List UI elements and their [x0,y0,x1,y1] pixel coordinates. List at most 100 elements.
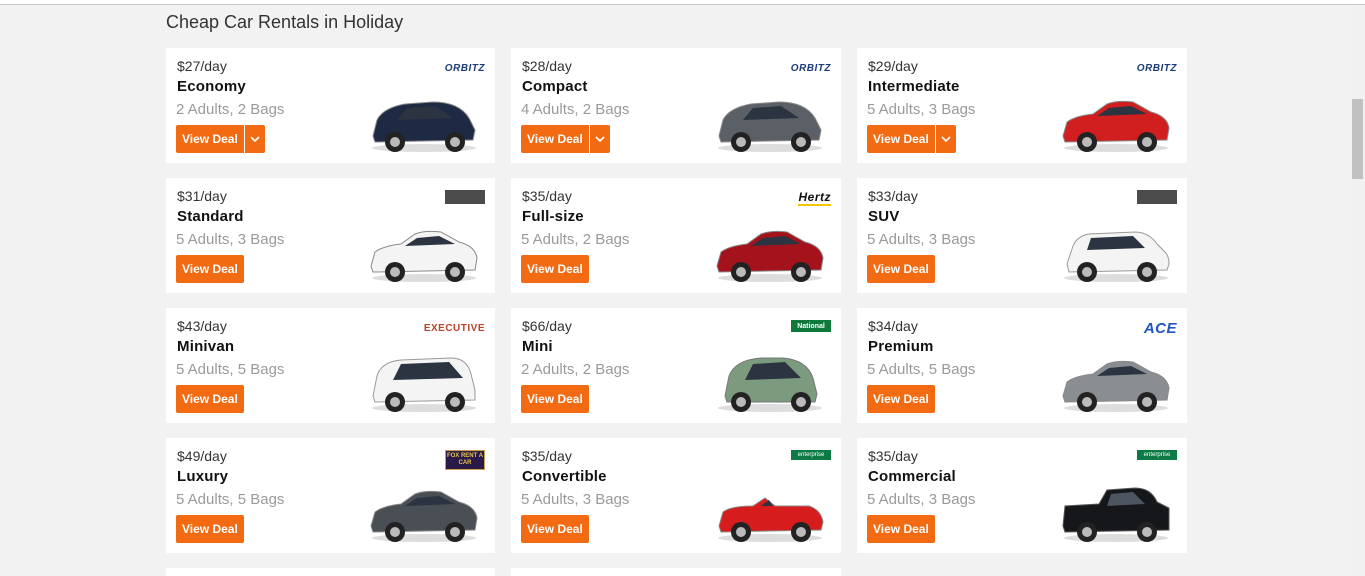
view-deal-button[interactable]: View Deal [176,385,244,413]
vendor-logo: EXECUTIVE [424,320,485,336]
car-image [713,86,827,156]
view-deal-label: View Deal [527,132,583,146]
page-scrollbar[interactable] [1350,5,1365,576]
deal-card[interactable]: $33/day SUV 5 Adults, 3 Bags View Deal [857,178,1187,293]
view-deal-label: View Deal [873,522,929,536]
deal-price: $31/day [177,188,227,204]
car-category: Convertible [522,468,607,485]
vendor-logo: enterprise [791,450,831,460]
car-category: Premium [868,338,934,355]
car-capacity: 5 Adults, 2 Bags [521,231,630,248]
scrollbar-thumb[interactable] [1352,99,1363,179]
deal-price: $28/day [522,58,572,74]
car-capacity: 5 Adults, 5 Bags [176,491,285,508]
car-capacity: 2 Adults, 2 Bags [176,101,285,118]
deal-price: $35/day [522,188,572,204]
car-category: Economy [177,78,246,95]
next-row-card [166,568,495,576]
car-category: Luxury [177,468,229,485]
car-image [367,346,481,416]
car-category: Minivan [177,338,235,355]
view-deal-label: View Deal [527,522,583,536]
view-deal-button[interactable]: View Deal [176,125,265,153]
deal-card[interactable]: $35/day Commercial 5 Adults, 3 Bags View… [857,438,1187,553]
deal-card[interactable]: $31/day Standard 5 Adults, 3 Bags View D… [166,178,495,293]
car-category: Full-size [522,208,584,225]
deal-card[interactable]: $35/day Full-size 5 Adults, 2 Bags View … [511,178,841,293]
deal-price: $43/day [177,318,227,334]
deal-card[interactable]: $34/day Premium 5 Adults, 5 Bags View De… [857,308,1187,423]
vendor-logo: National [791,320,831,332]
deal-price: $66/day [522,318,572,334]
vendor-logo: ACE [1144,320,1177,337]
chevron-down-icon[interactable] [934,125,956,153]
car-image [1059,216,1173,286]
vendor-name: ORBITZ [444,62,485,74]
chevron-down-icon[interactable] [588,125,610,153]
view-deal-button[interactable]: View Deal [176,255,244,283]
view-deal-label: View Deal [527,262,583,276]
deal-price: $35/day [522,448,572,464]
deal-price: $27/day [177,58,227,74]
car-capacity: 5 Adults, 3 Bags [176,231,285,248]
view-deal-button[interactable]: View Deal [521,515,589,543]
view-deal-button[interactable]: View Deal [521,385,589,413]
deal-card[interactable]: $43/day Minivan 5 Adults, 5 Bags View De… [166,308,495,423]
deal-price: $34/day [868,318,918,334]
view-deal-button[interactable]: View Deal [867,255,935,283]
car-image [367,86,481,156]
car-capacity: 4 Adults, 2 Bags [521,101,630,118]
vendor-name: ORBITZ [790,62,831,74]
vendor-logo: enterprise [1137,450,1177,460]
view-deal-label: View Deal [527,392,583,406]
car-capacity: 5 Adults, 3 Bags [867,491,976,508]
deal-price: $33/day [868,188,918,204]
vendor-name: ORBITZ [1136,62,1177,74]
car-capacity: 5 Adults, 5 Bags [867,361,976,378]
deal-price: $29/day [868,58,918,74]
vendor-name: Hertz [798,189,831,206]
car-capacity: 5 Adults, 5 Bags [176,361,285,378]
view-deal-label: View Deal [873,132,929,146]
car-category: SUV [868,208,900,225]
car-image [367,476,481,546]
car-image [1059,346,1173,416]
view-deal-button[interactable]: View Deal [521,125,610,153]
deals-grid: $27/day Economy 2 Adults, 2 Bags View De… [166,48,1187,553]
car-image [367,216,481,286]
car-image [713,216,827,286]
deal-card[interactable]: $27/day Economy 2 Adults, 2 Bags View De… [166,48,495,163]
car-category: Standard [177,208,244,225]
car-capacity: 2 Adults, 2 Bags [521,361,630,378]
deal-card[interactable]: $66/day Mini 2 Adults, 2 Bags View Deal … [511,308,841,423]
view-deal-label: View Deal [182,392,238,406]
vendor-logo: ORBITZ [445,60,485,76]
vendor-logo [445,190,485,204]
car-capacity: 5 Adults, 3 Bags [867,101,976,118]
deal-card[interactable]: $29/day Intermediate 5 Adults, 3 Bags Vi… [857,48,1187,163]
vendor-logo: FOX RENT A CAR [445,450,485,470]
browser-top-border [0,0,1365,5]
deal-card[interactable]: $35/day Convertible 5 Adults, 3 Bags Vie… [511,438,841,553]
chevron-down-icon[interactable] [243,125,265,153]
vendor-name: EXECUTIVE [423,322,485,334]
deal-card[interactable]: $28/day Compact 4 Adults, 2 Bags View De… [511,48,841,163]
vendor-logo: ORBITZ [791,60,831,76]
car-image [713,476,827,546]
view-deal-label: View Deal [182,522,238,536]
view-deal-button[interactable]: View Deal [867,515,935,543]
deal-card[interactable]: $49/day Luxury 5 Adults, 5 Bags View Dea… [166,438,495,553]
view-deal-button[interactable]: View Deal [867,385,935,413]
view-deal-label: View Deal [873,262,929,276]
view-deal-button[interactable]: View Deal [176,515,244,543]
vendor-logo: Hertz [798,190,831,206]
view-deal-button[interactable]: View Deal [867,125,956,153]
deal-price: $35/day [868,448,918,464]
vendor-logo: ORBITZ [1137,60,1177,76]
view-deal-label: View Deal [182,132,238,146]
view-deal-label: View Deal [873,392,929,406]
vendor-logo [1137,190,1177,204]
car-capacity: 5 Adults, 3 Bags [521,491,630,508]
view-deal-button[interactable]: View Deal [521,255,589,283]
car-category: Mini [522,338,553,355]
